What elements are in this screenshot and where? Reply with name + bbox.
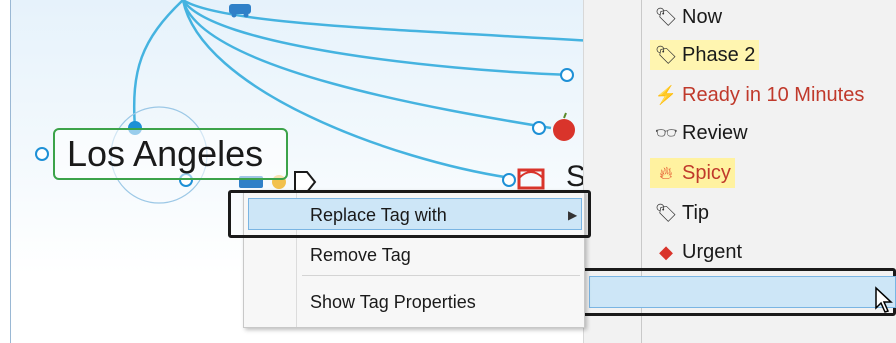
- tag-item-tip[interactable]: 🏷︎ Tip: [650, 198, 713, 228]
- connector-dot-a[interactable]: [560, 68, 574, 82]
- tag-icon: 🏷︎: [654, 6, 678, 27]
- tag-item-phase-2[interactable]: 🏷︎ Phase 2: [650, 40, 760, 70]
- tag-item-now[interactable]: 🏷︎ Now: [650, 2, 726, 32]
- tag-item-ready-in-10-minutes[interactable]: ⚡ Ready in 10 Minutes: [650, 80, 868, 110]
- tag-item-label: Spicy: [682, 161, 731, 184]
- submenu-arrow-icon: ▶: [568, 208, 578, 222]
- apple-icon: [553, 112, 575, 141]
- left-connector-dot[interactable]: [35, 147, 49, 161]
- tag-icon: 🏷︎: [654, 202, 678, 223]
- menu-separator: [302, 275, 580, 276]
- connector-dot-c[interactable]: [502, 173, 516, 187]
- mouse-cursor-icon: [875, 286, 893, 313]
- tag-item-review[interactable]: 👓︎ Review: [650, 118, 752, 148]
- flame-icon: 🔥︎: [659, 162, 673, 183]
- bridge-icon: [517, 168, 545, 190]
- central-topic-label[interactable]: Los Angeles: [67, 133, 263, 175]
- tag-item-label: Phase 2: [682, 43, 756, 66]
- tag-item-label: Now: [682, 5, 723, 28]
- menu-item-show-tag-properties[interactable]: Show Tag Properties: [310, 292, 476, 313]
- tag-icon: 🏷︎: [654, 44, 678, 65]
- tag-item-label: Review: [682, 121, 748, 144]
- vacation-hover-bg: [589, 276, 896, 308]
- connector-dot-b[interactable]: [532, 121, 546, 135]
- menu-item-replace-tag[interactable]: Replace Tag with: [310, 205, 447, 226]
- tag-item-label: Ready in 10 Minutes: [682, 83, 865, 106]
- glasses-icon: 👓︎: [654, 122, 678, 143]
- tag-item-label: Tip: [682, 201, 710, 224]
- urgent-icon: ◆: [659, 241, 673, 262]
- menu-item-remove-tag[interactable]: Remove Tag: [310, 245, 411, 266]
- tag-item-urgent[interactable]: ◆ Urgent: [650, 237, 746, 267]
- lightning-icon: ⚡: [654, 84, 678, 105]
- tag-item-spicy[interactable]: 🔥︎ Spicy: [650, 158, 735, 188]
- tag-item-label: Urgent: [682, 240, 743, 263]
